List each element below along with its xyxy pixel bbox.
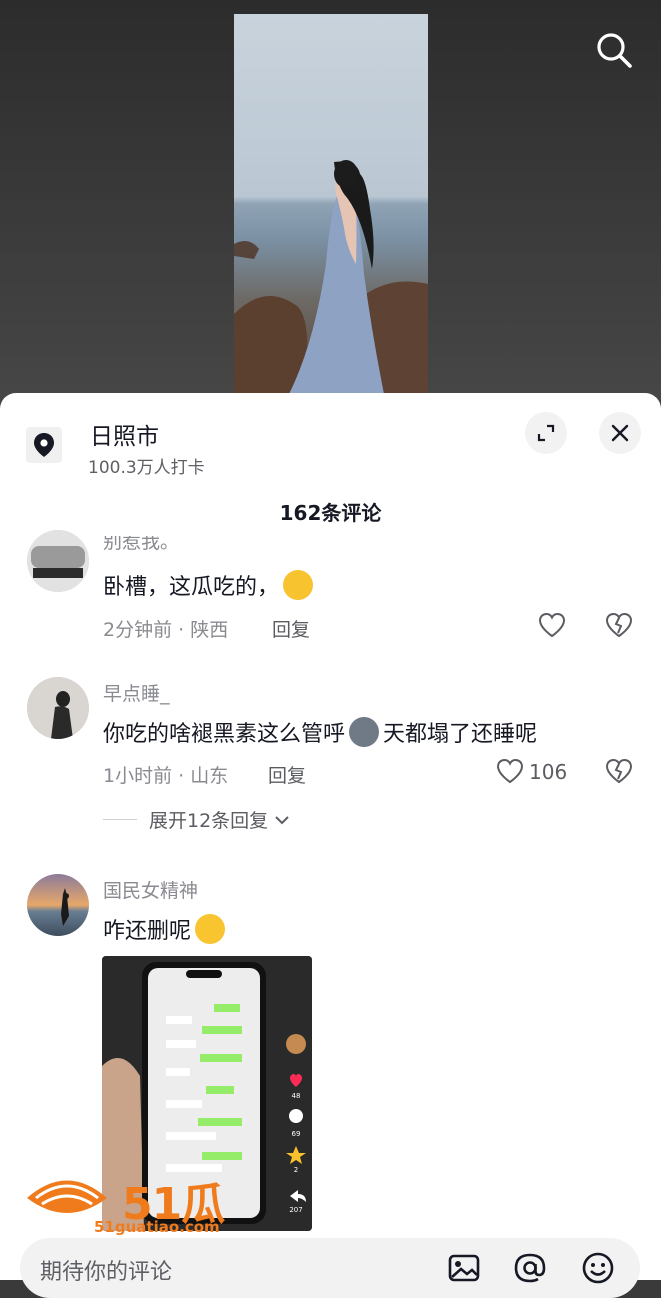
close-button[interactable]	[599, 412, 641, 454]
heart-icon	[538, 612, 566, 638]
smiley-icon	[582, 1252, 614, 1284]
divider	[103, 819, 137, 820]
reply-button[interactable]: 回复	[268, 761, 306, 788]
husky-dog-emoji	[349, 717, 380, 747]
avatar-image	[27, 677, 89, 739]
comment-text: 卧槽，这瓜吃的，	[103, 569, 314, 601]
chevron-down-icon	[275, 815, 289, 824]
video-frame-image	[234, 160, 428, 394]
avatar[interactable]	[27, 677, 89, 739]
like-button[interactable]	[496, 758, 524, 788]
search-icon	[597, 33, 632, 68]
dislike-button[interactable]	[605, 612, 633, 642]
crying-laughing-emoji	[283, 570, 314, 600]
broken-heart-icon	[605, 758, 633, 784]
close-icon	[611, 424, 629, 442]
image-button[interactable]	[446, 1250, 482, 1286]
at-mention-icon	[514, 1253, 546, 1283]
avatar-image	[27, 530, 89, 592]
broken-heart-icon	[605, 612, 633, 638]
laughing-tears-emoji	[195, 914, 226, 944]
comment-count: 162条评论	[279, 501, 382, 525]
expand-button[interactable]	[525, 412, 567, 454]
location-pin-icon	[34, 433, 54, 457]
emoji-button[interactable]	[580, 1250, 616, 1286]
video-player[interactable]	[234, 14, 428, 394]
comment-username[interactable]: 早点睡_	[103, 679, 170, 706]
reply-button[interactable]: 回复	[272, 615, 310, 642]
location-pin-button[interactable]	[26, 427, 62, 463]
image-favorite-count: 2	[294, 1166, 298, 1174]
image-icon	[448, 1254, 480, 1282]
watermark-logo: 51瓜条 51guatiao.com	[22, 1168, 262, 1294]
search-button[interactable]	[592, 28, 636, 72]
comment-sheet: 日照市 100.3万人打卡 162条评论 别惹我。 卧槽，这瓜吃的， 2分钟前 …	[0, 393, 661, 1280]
comment-meta: 2分钟前 · 陕西	[103, 619, 229, 641]
comment-text: 你吃的啥褪黑素这么管呼 天都塌了还睡呢	[103, 716, 537, 748]
dislike-button[interactable]	[605, 758, 633, 788]
heart-icon	[496, 758, 524, 784]
mention-button[interactable]	[512, 1250, 548, 1286]
avatar[interactable]	[27, 530, 89, 592]
expand-icon	[537, 424, 555, 442]
comment-input-placeholder[interactable]: 期待你的评论	[40, 1254, 172, 1286]
like-button[interactable]	[538, 612, 566, 642]
comment-username[interactable]: 别惹我。	[103, 536, 179, 552]
image-like-count: 48	[292, 1092, 301, 1100]
avatar-image	[27, 874, 89, 936]
watermark-url: 51guatiao.com	[94, 1218, 220, 1236]
image-share-count: 207	[289, 1206, 302, 1214]
comment-input-bar[interactable]: 期待你的评论	[20, 1238, 640, 1298]
comment-text: 咋还删呢	[103, 913, 226, 945]
comment-meta: 1小时前 · 山东	[103, 765, 229, 787]
image-comment-count: 69	[292, 1130, 301, 1138]
location-title[interactable]: 日照市	[90, 417, 159, 451]
comment-username[interactable]: 国民女精神	[103, 876, 198, 903]
like-count: 106	[529, 760, 568, 784]
expand-replies-button[interactable]: 展开12条回复	[103, 806, 290, 833]
avatar[interactable]	[27, 874, 89, 936]
location-checkins: 100.3万人打卡	[88, 458, 205, 478]
